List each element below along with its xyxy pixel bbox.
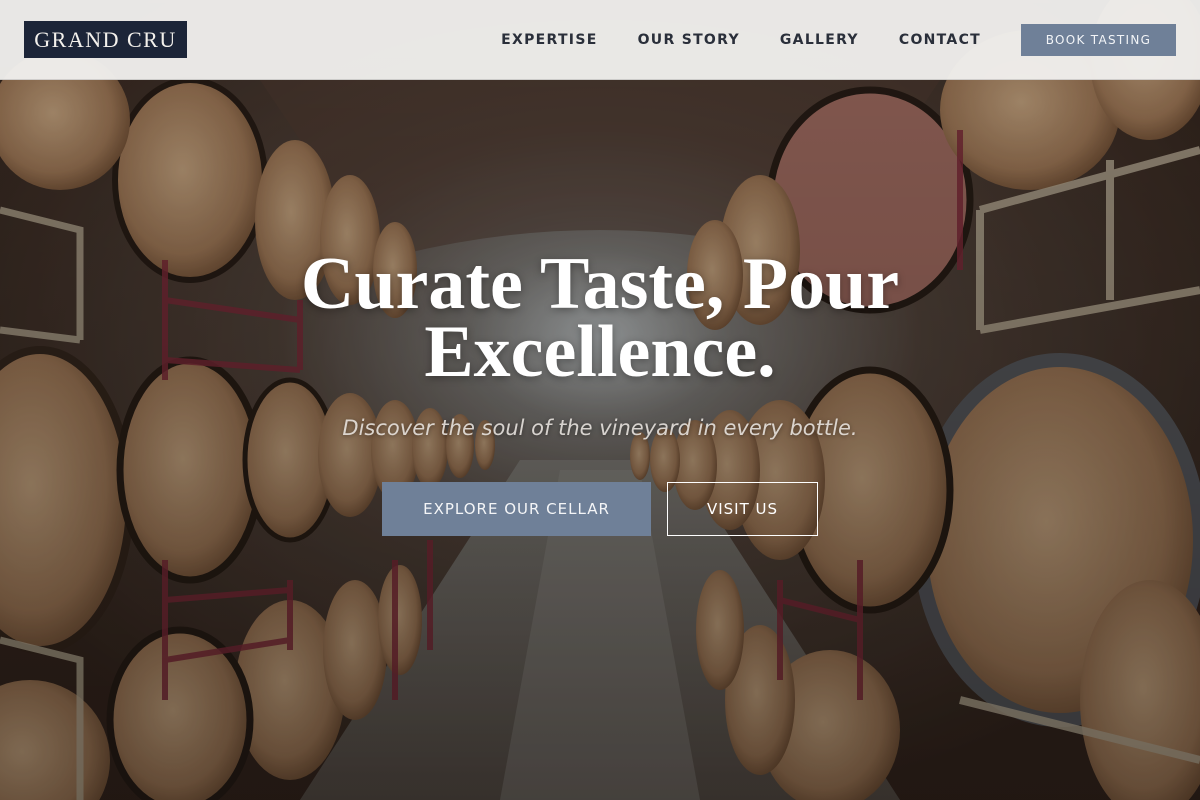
hero-subtitle: Discover the soul of the vineyard in eve… — [342, 416, 858, 440]
visit-us-button[interactable]: VISIT US — [667, 482, 818, 536]
brand-logo[interactable]: GRAND CRU — [24, 21, 187, 58]
nav-link-contact[interactable]: CONTACT — [899, 32, 981, 48]
nav-link-expertise[interactable]: EXPERTISE — [501, 32, 597, 48]
site-header: GRAND CRU EXPERTISE OUR STORY GALLERY CO… — [0, 0, 1200, 80]
nav-link-our-story[interactable]: OUR STORY — [638, 32, 740, 48]
explore-cellar-button[interactable]: EXPLORE OUR CELLAR — [382, 482, 651, 536]
hero-title: Curate Taste, Pour Excellence. — [300, 243, 900, 393]
hero-section: Curate Taste, Pour Excellence. Discover … — [0, 243, 1200, 536]
book-tasting-button[interactable]: BOOK TASTING — [1021, 23, 1176, 56]
main-nav: EXPERTISE OUR STORY GALLERY CONTACT BOOK… — [501, 23, 1176, 56]
nav-link-gallery[interactable]: GALLERY — [780, 32, 859, 48]
hero-actions: EXPLORE OUR CELLAR VISIT US — [0, 482, 1200, 536]
